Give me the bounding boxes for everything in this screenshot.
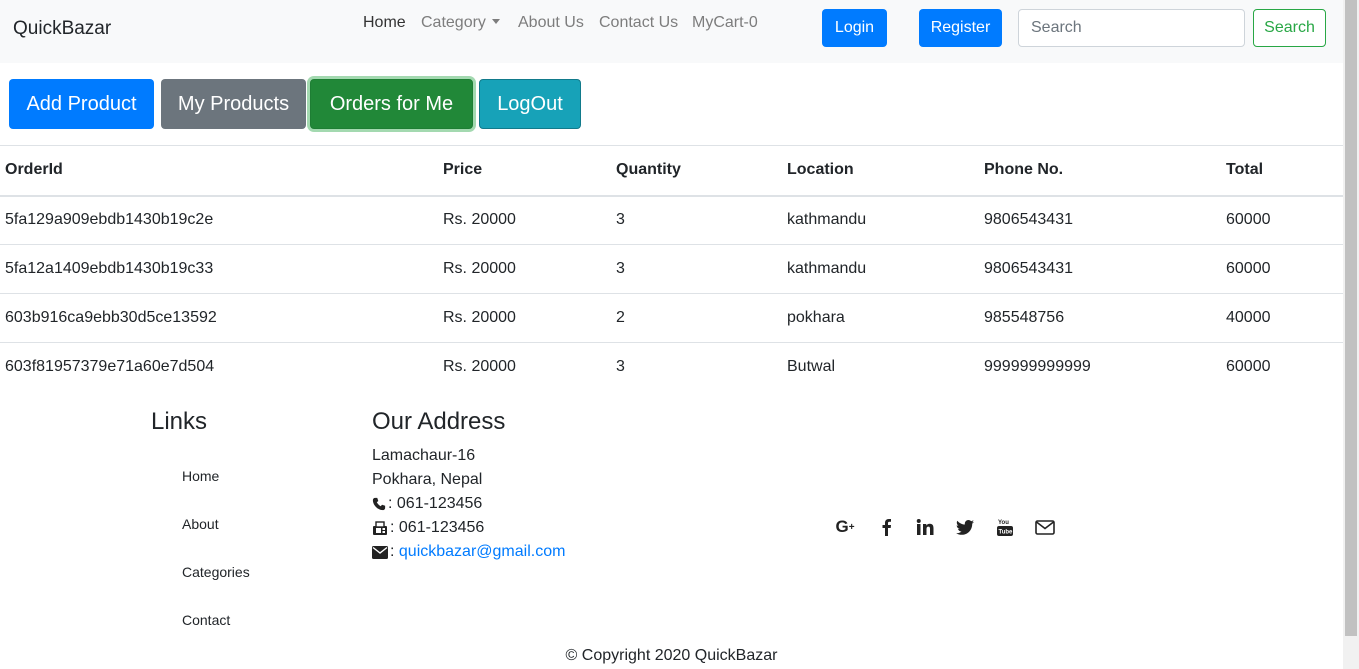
header-location: Location: [782, 145, 979, 197]
phone-icon: [372, 497, 386, 511]
my-products-button[interactable]: My Products: [161, 79, 306, 129]
table-header-row: OrderId Price Quantity Location Phone No…: [0, 145, 1343, 197]
cell-order-id: 5fa12a1409ebdb1430b19c33: [0, 244, 438, 294]
svg-text:Tube: Tube: [999, 530, 1014, 536]
fax-icon: [373, 520, 387, 535]
header-price: Price: [438, 145, 611, 197]
add-product-button[interactable]: Add Product: [9, 79, 154, 129]
cell-order-id: 603f81957379e71a60e7d504: [0, 342, 438, 392]
fax-text: : 061-123456: [390, 519, 485, 536]
facebook-icon[interactable]: [873, 515, 899, 539]
cell-order-id: 603b916ca9ebb30d5ce13592: [0, 293, 438, 343]
footer-address-heading: Our Address: [372, 408, 506, 435]
navbar: QuickBazar Home Category About Us Contac…: [0, 0, 1343, 63]
nav-category-label: Category: [421, 14, 486, 31]
twitter-icon[interactable]: [952, 515, 978, 539]
orders-table: OrderId Price Quantity Location Phone No…: [0, 145, 1343, 392]
cell-quantity: 2: [611, 293, 782, 343]
table-row: 603f81957379e71a60e7d504 Rs. 20000 3 But…: [0, 342, 1343, 392]
cell-location: kathmandu: [787, 211, 867, 229]
header-quantity: Quantity: [611, 145, 782, 197]
address-line-1: Lamachaur-16: [372, 447, 476, 464]
cell-order-id: 5fa129a909ebdb1430b19c2e: [5, 211, 214, 229]
cell-total: 60000: [1226, 211, 1271, 229]
phone-line: : 061-123456: [372, 495, 482, 513]
cell-phone: 9806543431: [979, 244, 1221, 294]
footer-link-home[interactable]: Home: [182, 468, 219, 484]
footer-link-about[interactable]: About: [182, 516, 219, 532]
table-row: 603b916ca9ebb30d5ce13592 Rs. 20000 2 pok…: [0, 293, 1343, 343]
header-order-id: OrderId: [0, 145, 438, 197]
cell-quantity: 3: [611, 244, 782, 294]
cell-price: Rs. 20000: [438, 293, 611, 343]
cell-location: Butwal: [782, 342, 979, 392]
address-line-2: Pokhara, Nepal: [372, 471, 483, 488]
search-input[interactable]: [1018, 9, 1245, 47]
envelope-icon: [372, 545, 388, 559]
cell-quantity: 3: [616, 211, 625, 229]
google-plus-icon[interactable]: G +: [832, 515, 858, 539]
cell-phone: 985548756: [979, 293, 1221, 343]
cell-total: 60000: [1221, 244, 1343, 294]
footer-link-contact[interactable]: Contact: [182, 612, 230, 628]
nav-category-dropdown[interactable]: Category: [421, 14, 500, 32]
email-prefix: :: [390, 543, 395, 560]
linkedin-icon[interactable]: [912, 515, 938, 539]
phone-text: : 061-123456: [388, 495, 483, 512]
brand-logo[interactable]: QuickBazar: [13, 18, 111, 40]
cell-phone: 999999999999: [979, 342, 1221, 392]
cell-total: 40000: [1221, 293, 1343, 343]
nav-about[interactable]: About Us: [518, 14, 584, 32]
cell-price: Rs. 20000: [443, 211, 516, 229]
table-row: 5fa12a1409ebdb1430b19c33 Rs. 20000 3 kat…: [0, 244, 1343, 294]
footer-links-heading: Links: [151, 408, 208, 435]
email-line: : quickbazar@gmail.com: [372, 543, 565, 561]
logout-button[interactable]: LogOut: [479, 79, 581, 129]
nav-contact[interactable]: Contact Us: [599, 14, 678, 32]
caret-down-icon: [491, 19, 500, 24]
cell-price: Rs. 20000: [438, 244, 611, 294]
copyright-text: © Copyright 2020 QuickBazar: [565, 647, 778, 664]
envelope-outline-icon[interactable]: [1032, 515, 1058, 539]
nav-cart[interactable]: MyCart-0: [692, 14, 758, 32]
youtube-icon[interactable]: You Tube: [992, 515, 1018, 539]
header-phone: Phone No.: [979, 145, 1221, 197]
register-button[interactable]: Register: [919, 9, 1002, 47]
table-row: 5fa129a909ebdb1430b19c2e Rs. 20000 3 kat…: [0, 196, 1343, 245]
cell-quantity: 3: [611, 342, 782, 392]
footer-link-categories[interactable]: Categories: [182, 564, 250, 580]
cell-location: kathmandu: [782, 244, 979, 294]
email-link[interactable]: quickbazar@gmail.com: [399, 543, 566, 561]
scrollbar-thumb[interactable]: [1345, 0, 1357, 636]
orders-for-me-button[interactable]: Orders for Me: [310, 79, 473, 129]
header-total: Total: [1221, 145, 1343, 197]
svg-text:You: You: [998, 520, 1009, 526]
cell-total: 60000: [1221, 342, 1343, 392]
search-button[interactable]: Search: [1253, 9, 1326, 47]
cell-location: pokhara: [782, 293, 979, 343]
cell-price: Rs. 20000: [438, 342, 611, 392]
cell-phone: 9806543431: [984, 211, 1073, 229]
nav-home[interactable]: Home: [363, 14, 406, 32]
login-button[interactable]: Login: [822, 9, 887, 47]
fax-line: : 061-123456: [372, 519, 484, 537]
